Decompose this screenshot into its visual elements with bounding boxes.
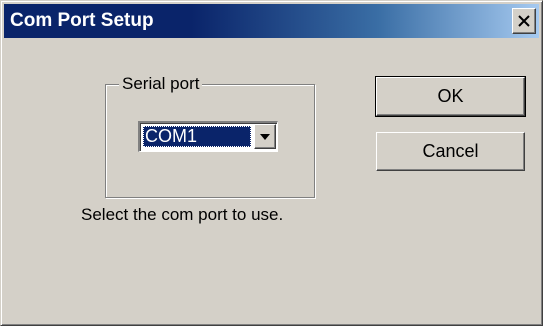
cancel-button[interactable]: Cancel bbox=[376, 132, 525, 171]
serial-port-combo[interactable]: COM1 bbox=[138, 121, 278, 152]
serial-port-dropdown-button[interactable] bbox=[254, 124, 276, 149]
dialog-window: Com Port Setup Serial port COM1 OK Cance… bbox=[0, 0, 543, 326]
chevron-down-icon bbox=[260, 133, 270, 140]
window-title: Com Port Setup bbox=[10, 10, 154, 31]
close-icon bbox=[518, 15, 530, 27]
ok-button[interactable]: OK bbox=[375, 76, 526, 117]
title-bar[interactable]: Com Port Setup bbox=[4, 4, 539, 38]
instruction-text: Select the com port to use. bbox=[81, 205, 284, 224]
serial-port-label: Serial port bbox=[119, 74, 203, 94]
serial-port-group: Serial port COM1 bbox=[105, 74, 315, 198]
serial-port-value: COM1 bbox=[143, 126, 251, 147]
close-button[interactable] bbox=[512, 8, 536, 34]
